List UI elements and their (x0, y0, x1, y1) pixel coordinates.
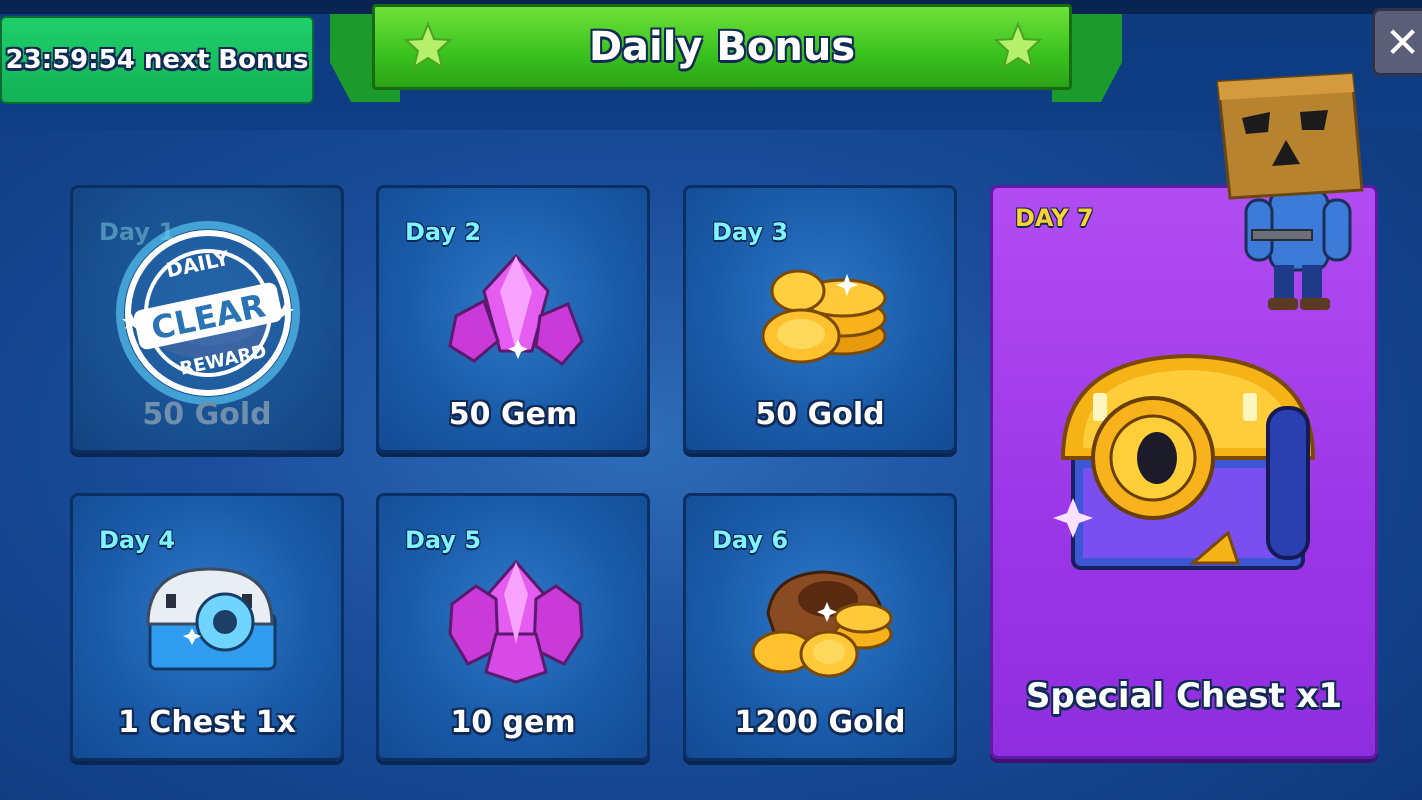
day-label: Day 5 (405, 526, 482, 554)
reward-label: 50 Gem (448, 397, 578, 432)
reward-card-day-1[interactable]: Day 1 DAILY CLEAR REWARD 50 Gold (70, 185, 344, 453)
reward-label: 1200 Gold (734, 705, 906, 740)
star-icon (993, 21, 1043, 70)
reward-card-day-5[interactable]: Day 5 10 gem (376, 493, 650, 761)
clear-reward-stamp: DAILY CLEAR REWARD (116, 221, 300, 405)
gold-sack-icon (751, 570, 893, 678)
close-button[interactable]: ✕ (1372, 8, 1422, 76)
page-title: Daily Bonus (588, 24, 856, 70)
day-label: Day 6 (712, 526, 789, 554)
gems-icon (448, 253, 584, 366)
paper-bag-character (1216, 72, 1364, 310)
day-label: Day 2 (405, 218, 482, 246)
special-chest-icon (1053, 353, 1316, 570)
reward-card-day-4[interactable]: Day 4 1 Chest 1x (70, 493, 344, 761)
reward-label: 1 Chest 1x (118, 705, 296, 740)
day-label: DAY 7 (1015, 204, 1094, 232)
day-label: Day 3 (712, 218, 789, 246)
reward-card-day-2[interactable]: Day 2 50 Gem (376, 185, 650, 453)
gold-coins-icon (761, 269, 887, 364)
day-label: Day 4 (99, 526, 176, 554)
gems-icon (448, 559, 584, 684)
reward-label: 50 Gold (755, 397, 885, 432)
reward-label: Special Chest x1 (1025, 676, 1343, 716)
silver-chest-icon (146, 567, 277, 671)
reward-card-day-6[interactable]: Day 6 1200 Gold (683, 493, 957, 761)
star-icon (403, 21, 453, 70)
reward-label: 10 gem (450, 705, 576, 740)
close-icon: ✕ (1385, 17, 1421, 67)
next-bonus-timer: 23:59:54 next Bonus (0, 16, 314, 104)
reward-label: 50 Gold (142, 397, 272, 432)
reward-card-day-3[interactable]: Day 3 50 Gold (683, 185, 957, 453)
title-banner: Daily Bonus (372, 4, 1072, 90)
